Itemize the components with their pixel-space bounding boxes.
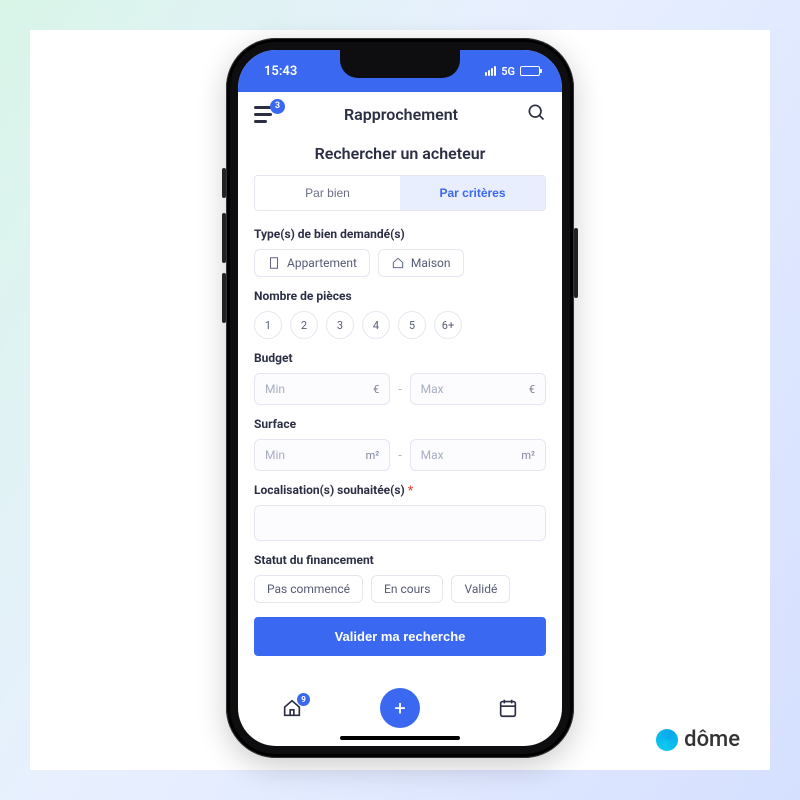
chip-financing-not-started[interactable]: Pas commencé [254,575,363,603]
battery-icon [520,66,540,76]
tab-by-property[interactable]: Par bien [255,176,400,210]
tab-home[interactable]: 9 [272,697,312,719]
navbar-title: Rapprochement [344,105,458,124]
budget-min-input[interactable]: Min € [254,373,390,405]
search-button[interactable] [526,102,546,126]
placeholder: Min [265,448,366,462]
chip-label: Maison [411,256,451,270]
unit-euro: € [529,383,535,396]
financing-label: Statut du financement [254,553,546,567]
room-option-3[interactable]: 3 [326,311,354,339]
phone-side-button [222,213,226,263]
search-icon [526,102,546,122]
house-icon [391,256,405,270]
placeholder: Min [265,382,373,396]
status-time: 15:43 [264,64,297,79]
signal-icon [485,66,496,76]
phone-side-button [222,273,226,323]
submit-search-button[interactable]: Valider ma recherche [254,617,546,656]
chip-label: Appartement [287,256,357,270]
phone-side-button [222,168,226,198]
building-icon [267,256,281,270]
unit-sqm: m² [366,449,380,462]
menu-button[interactable]: 3 [254,106,276,123]
location-label: Localisation(s) souhaitée(s) * [254,483,546,497]
navbar: 3 Rapprochement [238,92,562,134]
phone-frame: 15:43 5G 3 Rapprochement [226,38,574,758]
room-option-5[interactable]: 5 [398,311,426,339]
rooms-label: Nombre de pièces [254,289,546,303]
room-option-1[interactable]: 1 [254,311,282,339]
budget-label: Budget [254,351,546,365]
segmented-control: Par bien Par critères [254,175,546,211]
room-option-6plus[interactable]: 6+ [434,311,462,339]
brand-logo-icon [656,729,678,751]
range-separator: - [398,382,401,396]
page-title: Rechercher un acheteur [254,144,546,163]
menu-badge: 3 [270,99,285,114]
required-mark: * [408,483,413,497]
unit-sqm: m² [521,449,535,462]
range-separator: - [398,448,401,462]
tab-by-criteria[interactable]: Par critères [400,176,545,210]
budget-max-input[interactable]: Max € [410,373,546,405]
home-indicator[interactable] [340,736,460,740]
room-option-2[interactable]: 2 [290,311,318,339]
chip-financing-validated[interactable]: Validé [451,575,510,603]
surface-min-input[interactable]: Min m² [254,439,390,471]
chip-apartment[interactable]: Appartement [254,249,370,277]
tab-add[interactable]: + [380,688,420,728]
plus-icon: + [380,688,420,728]
property-type-label: Type(s) de bien demandé(s) [254,227,546,241]
home-badge: 9 [297,693,310,706]
tab-bar: 9 + [238,680,562,734]
status-network: 5G [501,65,515,78]
placeholder: Max [421,448,522,462]
placeholder: Max [421,382,529,396]
brand-name: dôme [684,727,740,752]
unit-euro: € [373,383,379,396]
room-option-4[interactable]: 4 [362,311,390,339]
calendar-icon [497,697,519,719]
brand-logo-label: dôme [656,727,740,752]
phone-notch [340,50,460,78]
chip-financing-in-progress[interactable]: En cours [371,575,443,603]
phone-side-button [574,228,578,298]
tab-calendar[interactable] [488,697,528,719]
surface-label: Surface [254,417,546,431]
chip-house[interactable]: Maison [378,249,464,277]
location-input[interactable] [254,505,546,541]
surface-max-input[interactable]: Max m² [410,439,546,471]
